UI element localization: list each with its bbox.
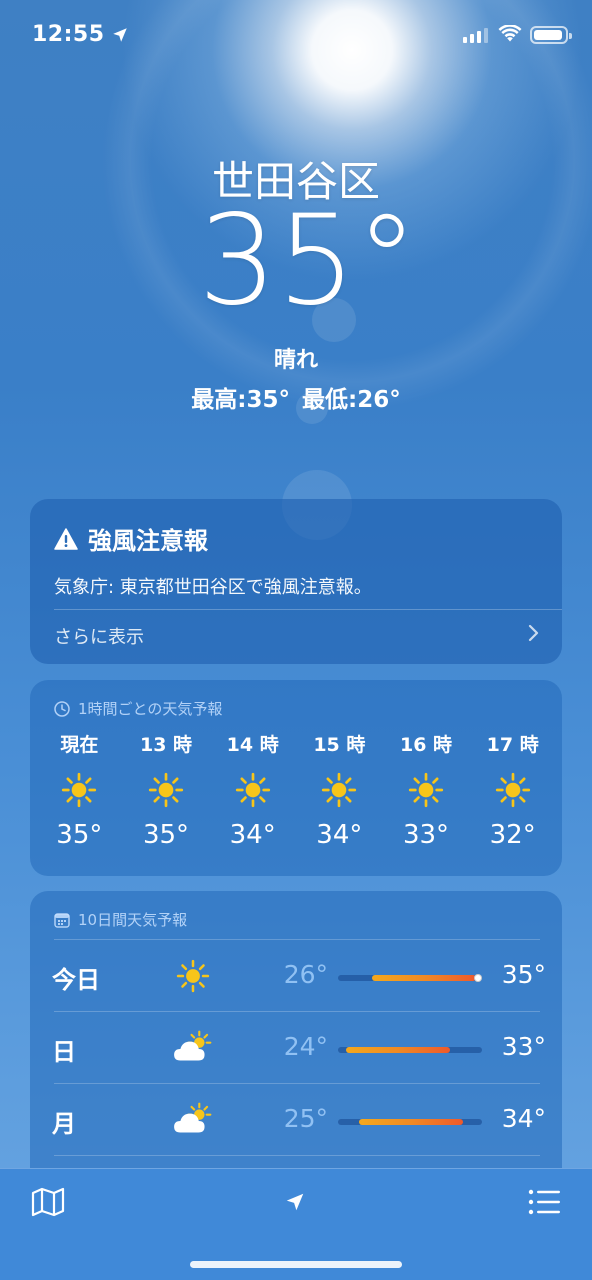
- hour-label: 14 時: [226, 734, 279, 756]
- hour-label: 13 時: [139, 734, 193, 756]
- weather-alert-card[interactable]: 強風注意報 気象庁: 東京都世田谷区で強風注意報。 さらに表示: [30, 499, 562, 664]
- sun-icon: [170, 954, 216, 998]
- hour-temp: 34°: [316, 820, 363, 850]
- hour-temp: 33°: [402, 820, 450, 850]
- partly-cloudy-icon: [170, 1026, 216, 1070]
- hour-temp: 34°: [229, 820, 276, 850]
- hour-temp: 35°: [142, 820, 190, 850]
- temperature-range-fill: [346, 1047, 450, 1053]
- sun-icon: [209, 760, 296, 820]
- wifi-icon: [498, 25, 522, 42]
- hourly-item: 現在 35°: [36, 730, 123, 850]
- location-arrow-icon: [112, 27, 127, 42]
- temperature-range-bar: [338, 1119, 482, 1125]
- clock-icon: [54, 700, 70, 717]
- calendar-icon: [54, 912, 70, 928]
- cellular-signal-icon: [463, 28, 488, 43]
- day-high: 34°: [501, 1104, 546, 1133]
- daily-forecast-card[interactable]: 10日間天気予報 今日 26° 35° 日 24° 33° 月 25° 34°: [30, 891, 562, 1191]
- hourly-list[interactable]: 現在 35° 13 時 35° 14 時 34° 15 時 34° 16 時 3…: [30, 730, 562, 850]
- hourly-item: 16 時 33°: [383, 730, 470, 850]
- current-temp-dot: [474, 974, 482, 982]
- hour-label: 17 時: [486, 734, 539, 756]
- hour-label: 16 時: [399, 734, 453, 756]
- daily-heading-text: 10日間天気予報: [78, 911, 188, 929]
- warning-icon: [54, 527, 78, 550]
- battery-icon: [530, 26, 572, 44]
- temperature-range-fill: [372, 975, 476, 981]
- day-high: 33°: [501, 1032, 546, 1061]
- list-icon[interactable]: [528, 1189, 560, 1215]
- map-icon[interactable]: [30, 1187, 66, 1217]
- hour-temp: 35°: [56, 820, 103, 850]
- home-indicator[interactable]: [190, 1261, 402, 1268]
- sun-icon: [383, 760, 470, 820]
- current-temperature: 35°: [198, 189, 418, 333]
- alert-title: 強風注意報: [54, 521, 208, 556]
- sun-icon: [469, 760, 556, 820]
- daily-row[interactable]: 月 25° 34°: [30, 1084, 562, 1156]
- day-label: 日: [52, 1038, 76, 1066]
- sun-icon: [123, 760, 210, 820]
- hour-temp: 32°: [489, 820, 536, 850]
- status-time: 12:55: [32, 22, 129, 47]
- hourly-heading-text: 1時間ごとの天気予報: [78, 700, 223, 718]
- temperature-range-bar: [338, 1047, 482, 1053]
- daily-row[interactable]: 日 24° 33°: [30, 1012, 562, 1084]
- high-low: 最高:35° 最低:26°: [0, 380, 592, 414]
- hourly-forecast-card[interactable]: 1時間ごとの天気予報 現在 35° 13 時 35° 14 時 34° 15 時…: [30, 680, 562, 876]
- sun-icon: [36, 760, 123, 820]
- high-temp: 最高:35°: [191, 387, 290, 413]
- divider: [54, 609, 562, 610]
- alert-body: 気象庁: 東京都世田谷区で強風注意報。: [54, 577, 372, 598]
- hourly-item: 14 時 34°: [209, 730, 296, 850]
- alert-title-text: 強風注意報: [88, 527, 208, 555]
- hourly-item: 15 時 34°: [296, 730, 383, 850]
- hourly-heading: 1時間ごとの天気予報: [54, 698, 222, 719]
- day-low: 26°: [283, 960, 328, 989]
- low-temp: 最低:26°: [302, 387, 401, 413]
- day-low: 25°: [283, 1104, 328, 1133]
- hourly-item: 17 時 32°: [469, 730, 556, 850]
- hour-label: 15 時: [313, 734, 366, 756]
- bottom-toolbar: [0, 1168, 592, 1280]
- daily-heading: 10日間天気予報: [54, 909, 187, 930]
- weather-condition: 晴れ: [273, 348, 318, 373]
- chevron-right-icon[interactable]: [528, 623, 540, 648]
- hourly-item: 13 時 35°: [123, 730, 210, 850]
- day-high: 35°: [501, 960, 546, 989]
- divider: [54, 1155, 540, 1156]
- day-low: 24°: [283, 1032, 328, 1061]
- temperature-range-bar: [338, 974, 482, 982]
- status-bar: 12:55: [0, 0, 592, 70]
- temperature-range-fill: [359, 1119, 463, 1125]
- sun-icon: [296, 760, 383, 820]
- partly-cloudy-icon: [170, 1098, 216, 1142]
- daily-row[interactable]: 今日 26° 35°: [30, 940, 562, 1012]
- day-label: 今日: [52, 966, 100, 994]
- show-more-link[interactable]: さらに表示: [54, 623, 144, 649]
- current-location-icon[interactable]: [284, 1191, 306, 1213]
- day-label: 月: [52, 1110, 76, 1138]
- hour-label: 現在: [60, 734, 99, 756]
- status-time-text: 12:55: [32, 22, 105, 47]
